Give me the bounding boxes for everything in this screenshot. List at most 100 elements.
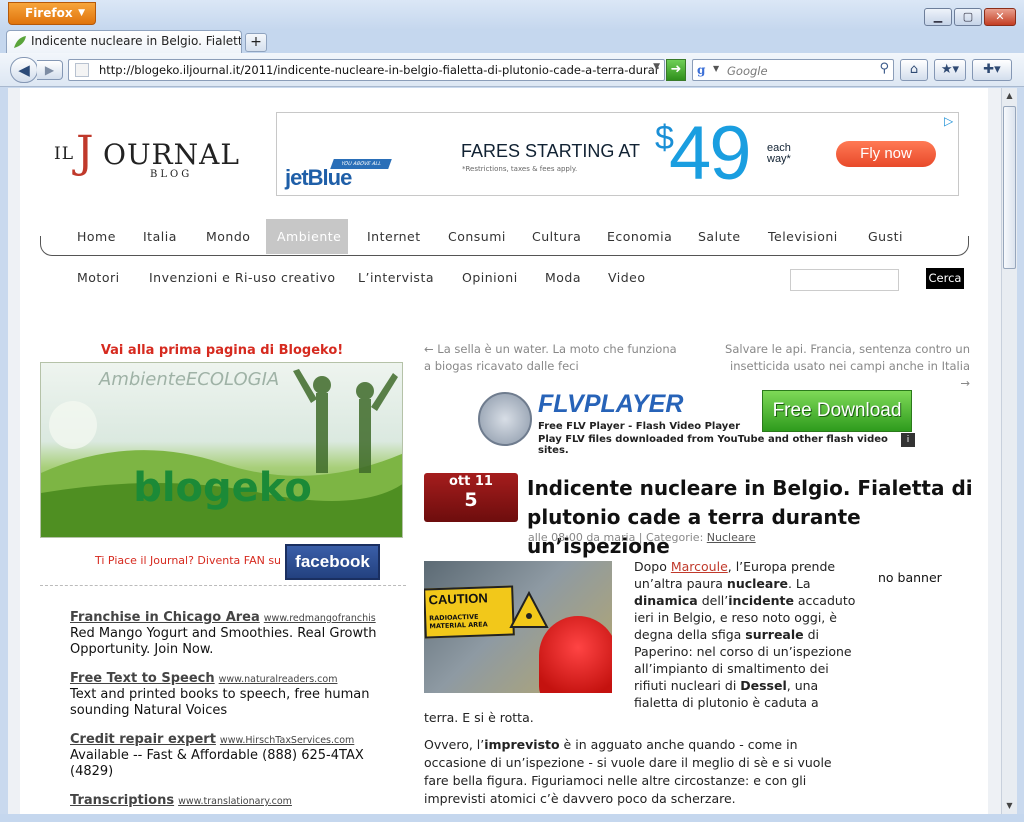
nav-salute[interactable]: Salute: [698, 229, 741, 244]
film-reel-icon: [478, 392, 532, 446]
tab-title: Indicente nucleare in Belgio. Fialetta d…: [31, 34, 241, 48]
scroll-up-arrow-icon[interactable]: ▲: [1002, 88, 1017, 104]
text-ad[interactable]: Free Text to Speech www.naturalreaders.co…: [70, 671, 380, 719]
text-ad[interactable]: Transcriptions www.translationary.com: [70, 793, 380, 808]
post-date-day: 5: [464, 489, 478, 511]
blogeko-banner[interactable]: AmbienteECOLOGIA blogeko: [40, 362, 403, 538]
text-run: dell’: [697, 593, 729, 608]
facebook-button[interactable]: facebook: [285, 544, 380, 580]
bold-run: incidente: [728, 593, 794, 608]
nav-moda[interactable]: Moda: [545, 270, 581, 285]
logo-ournal: OURNAL: [103, 138, 240, 171]
nav-ambiente[interactable]: Ambiente: [277, 229, 341, 244]
nav-video[interactable]: Video: [608, 270, 646, 285]
maximize-button[interactable]: ▢: [954, 8, 982, 26]
sidebar-title[interactable]: Vai alla prima pagina di Blogeko!: [20, 343, 424, 358]
search-bar[interactable]: g ▼ Google ⚲: [692, 59, 894, 81]
search-icon[interactable]: ⚲: [879, 61, 889, 76]
text-ad[interactable]: Credit repair expert www.HirschTaxService…: [70, 732, 380, 780]
ad-description: Available -- Fast & Affordable (888) 625…: [70, 748, 364, 779]
addon-button[interactable]: ✚▾: [972, 59, 1012, 81]
google-logo-icon[interactable]: g: [697, 63, 712, 78]
ad-title[interactable]: Credit repair expert: [70, 732, 216, 747]
jetblue-ad-banner[interactable]: YOU ABOVE ALL jetBlue FARES STARTING AT …: [276, 111, 959, 196]
post-meta: alle 08:00 da maria | Categorie: Nuclear…: [528, 531, 756, 544]
scroll-down-arrow-icon[interactable]: ▼: [1002, 798, 1017, 814]
firefox-menu-button[interactable]: Firefox ▼: [8, 2, 96, 25]
logo-il: IL: [54, 144, 75, 164]
url-bar[interactable]: http://blogeko.iljournal.it/2011/indicen…: [68, 59, 665, 81]
url-text[interactable]: http://blogeko.iljournal.it/2011/indicen…: [99, 63, 659, 77]
post-image[interactable]: CAUTION RADIOACTIVE MATERIAL AREA: [424, 561, 612, 693]
banner-wordmark: blogeko: [133, 465, 312, 511]
flvplayer-ad-banner[interactable]: FLVPLAYER Free FLV Player - Flash Video …: [476, 390, 916, 456]
info-icon[interactable]: i: [901, 433, 915, 447]
bookmarks-button[interactable]: ★▾: [934, 59, 966, 81]
text-run: Dopo: [634, 559, 671, 574]
post-paragraph-tail: terra. E si è rotta.: [424, 710, 534, 725]
caution-text: CAUTION: [428, 590, 488, 608]
ad-url[interactable]: www.naturalreaders.com: [219, 674, 338, 685]
text-run: . La: [787, 576, 811, 591]
previous-post-link[interactable]: ← La sella è un water. La moto che funzi…: [424, 341, 684, 375]
free-download-button[interactable]: Free Download: [762, 390, 912, 432]
vertical-scrollbar[interactable]: ▲ ▼: [1001, 88, 1017, 814]
go-arrow-icon: ➜: [670, 62, 682, 77]
nav-internet[interactable]: Internet: [367, 229, 421, 244]
chevron-down-icon[interactable]: ▼: [653, 62, 660, 72]
search-input[interactable]: Google: [727, 64, 768, 78]
nav-opinioni[interactable]: Opinioni: [462, 270, 518, 285]
jetblue-logo: jetBlue: [285, 165, 352, 190]
nav-intervista[interactable]: L’intervista: [358, 270, 434, 285]
web-page: IL J OURNAL BLOG YOU ABOVE ALL jetBlue F…: [20, 88, 988, 814]
nav-invenzioni[interactable]: Invenzioni e Ri-uso creativo: [149, 270, 336, 285]
nav-motori[interactable]: Motori: [77, 270, 120, 285]
close-window-button[interactable]: ✕: [984, 8, 1016, 26]
next-post-link[interactable]: Salvare le api. Francia, sentenza contro…: [720, 341, 970, 392]
chevron-down-icon[interactable]: ▼: [713, 64, 719, 73]
nav-gusti[interactable]: Gusti: [868, 229, 903, 244]
back-button[interactable]: ◀: [10, 57, 38, 83]
bookmark-star-icon: ★▾: [940, 62, 960, 77]
search-button[interactable]: Cerca: [926, 268, 964, 289]
post-date-badge: ott 11 5: [424, 473, 518, 522]
nav-home[interactable]: Home: [77, 229, 116, 244]
facebook-fan-text: Ti Piace il Journal? Diventa FAN su: [95, 554, 282, 567]
nav-economia[interactable]: Economia: [607, 229, 672, 244]
post-category-link[interactable]: Nucleare: [707, 531, 756, 544]
new-tab-button[interactable]: +: [245, 33, 267, 52]
adchoices-icon[interactable]: ▷: [944, 114, 953, 128]
scrollbar-thumb[interactable]: [1003, 106, 1016, 269]
text-ad[interactable]: Franchise in Chicago Area www.redmangofra…: [70, 610, 380, 658]
ad-title[interactable]: Transcriptions: [70, 793, 174, 808]
page-favicon-icon: [75, 63, 89, 77]
flv-logo: FLVPLAYER: [538, 390, 684, 418]
nav-televisioni[interactable]: Televisioni: [768, 229, 838, 244]
bold-run: dinamica: [634, 593, 698, 608]
forward-button[interactable]: ▶: [37, 60, 63, 80]
nav-consumi[interactable]: Consumi: [448, 229, 506, 244]
minimize-button[interactable]: ▁: [924, 8, 952, 26]
nav-mondo[interactable]: Mondo: [206, 229, 250, 244]
go-button[interactable]: ➜: [666, 59, 686, 81]
post-title[interactable]: Indicente nucleare in Belgio. Fialetta d…: [527, 474, 977, 561]
bold-run: imprevisto: [484, 737, 560, 752]
ad-title[interactable]: Free Text to Speech: [70, 671, 215, 686]
ad-url[interactable]: www.HirschTaxServices.com: [220, 735, 354, 746]
fly-now-button[interactable]: Fly now: [836, 141, 936, 167]
site-logo[interactable]: IL J OURNAL BLOG: [54, 128, 244, 188]
nav-cultura[interactable]: Cultura: [532, 229, 581, 244]
arrow-left-icon: ◀: [18, 61, 30, 79]
jetblue-price: 49: [669, 111, 752, 196]
marcoule-link[interactable]: Marcoule: [671, 559, 728, 574]
home-button[interactable]: ⌂: [900, 59, 928, 81]
jetblue-headline: FARES STARTING AT: [461, 141, 641, 161]
ad-url[interactable]: www.translationary.com: [178, 796, 292, 807]
nav-italia[interactable]: Italia: [143, 229, 177, 244]
ad-description: Red Mango Yogurt and Smoothies. Real Gro…: [70, 626, 377, 657]
bold-run: surreale: [745, 627, 804, 642]
tab-active[interactable]: Indicente nucleare in Belgio. Fialetta d…: [6, 30, 242, 53]
ad-title[interactable]: Franchise in Chicago Area: [70, 610, 260, 625]
site-search-input[interactable]: [790, 269, 899, 291]
ad-url[interactable]: www.redmangofranchis: [264, 613, 376, 624]
